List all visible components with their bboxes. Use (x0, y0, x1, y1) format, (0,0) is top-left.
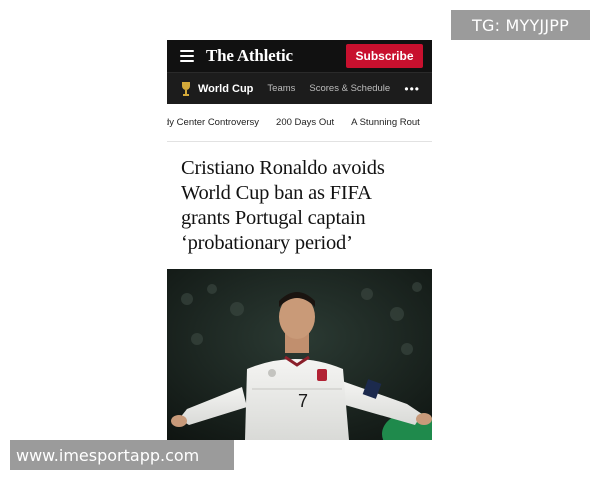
player-photo (167, 269, 432, 440)
topic-link[interactable]: dy Center Controversy (167, 117, 259, 128)
topic-link[interactable]: A Stunning Rout (351, 117, 420, 128)
section-nav: World Cup Teams Scores & Schedule ••• (167, 72, 432, 104)
section-title[interactable]: World Cup (198, 83, 253, 95)
hamburger-menu-icon[interactable] (180, 50, 194, 62)
article-page: The Athletic Subscribe World Cup Teams S… (167, 40, 432, 440)
nav-link-scores-schedule[interactable]: Scores & Schedule (309, 83, 390, 94)
subscribe-button[interactable]: Subscribe (346, 44, 423, 68)
top-header: The Athletic Subscribe (167, 40, 432, 72)
nav-link-teams[interactable]: Teams (267, 83, 295, 94)
ellipsis-icon[interactable]: ••• (404, 82, 420, 96)
article-headline: Cristiano Ronaldo avoids World Cup ban a… (181, 157, 385, 254)
jersey-number: 7 (298, 391, 309, 411)
hero-photo: 7 (167, 269, 432, 440)
topic-strip: dy Center Controversy 200 Days Out A Stu… (167, 104, 432, 142)
watermark-site-url: www.imesportapp.com (10, 440, 234, 470)
watermark-telegram: TG: MYYJJPP (451, 10, 590, 40)
site-logo[interactable]: The Athletic (206, 46, 293, 66)
topic-link[interactable]: 200 Days Out (276, 117, 334, 128)
trophy-icon (182, 81, 190, 96)
